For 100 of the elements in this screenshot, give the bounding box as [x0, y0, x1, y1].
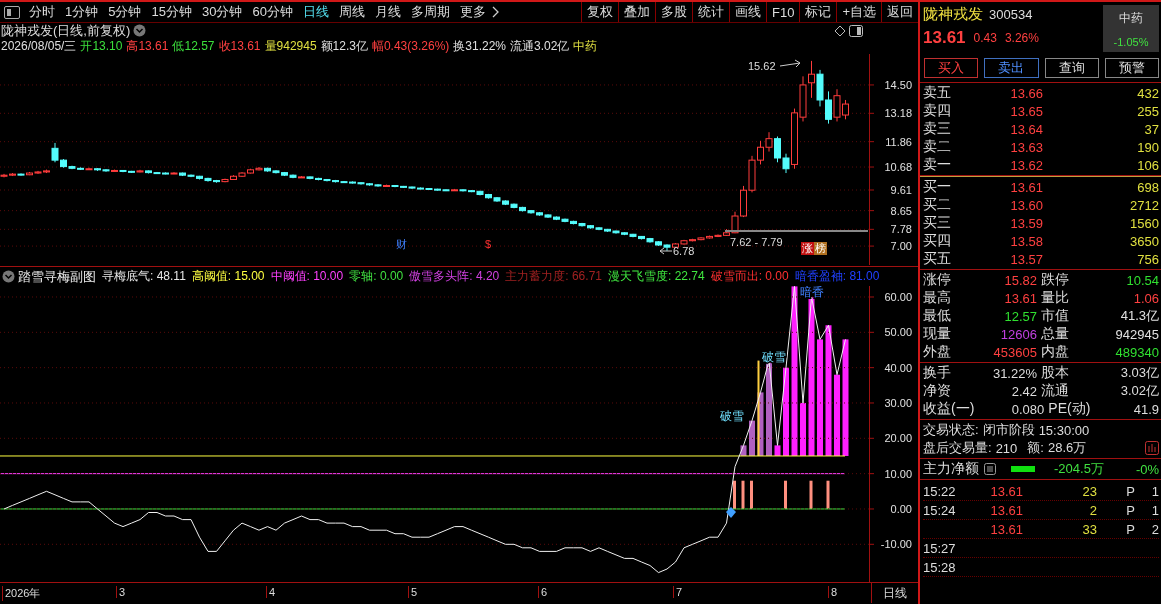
period-tab[interactable]: 1分钟: [60, 2, 104, 22]
event-marker[interactable]: 涨: [802, 242, 813, 254]
dropdown-icon[interactable]: [133, 24, 147, 37]
bar-chart-icon[interactable]: [1145, 441, 1159, 455]
ask-price: 13.63: [1009, 139, 1043, 155]
trade-count: 1: [1150, 483, 1159, 499]
diamond-icon[interactable]: [834, 24, 846, 37]
panel-toggle-icon[interactable]: [4, 5, 20, 19]
event-marker[interactable]: $: [485, 238, 492, 250]
tool-button[interactable]: 叠加: [618, 2, 655, 22]
ask-label: 卖二: [923, 138, 952, 156]
indicator-value: 中阈值: 10.00: [270, 268, 344, 285]
indicator-value: 暗香盈袖: 81.00: [794, 268, 880, 285]
sector-name: 中药: [1119, 9, 1143, 27]
signal-bar: [784, 480, 787, 509]
range-label: 7.62 - 7.79: [730, 236, 783, 248]
trade-time: 15:22: [923, 483, 957, 499]
tool-button[interactable]: 多股: [655, 2, 692, 22]
dropdown-icon[interactable]: [2, 270, 15, 283]
period-tab[interactable]: 5分钟: [103, 2, 147, 22]
histogram-bar: [800, 403, 806, 456]
period-tab[interactable]: 日线: [297, 2, 334, 22]
stat-value: 3.02亿: [1119, 382, 1159, 400]
signal-bar: [826, 480, 830, 509]
tool-button[interactable]: 统计: [692, 2, 729, 22]
stock-code: 300534: [989, 6, 1033, 22]
trade-button[interactable]: 预警: [1104, 58, 1159, 78]
trade-button[interactable]: 查询: [1044, 58, 1099, 78]
period-tab[interactable]: 30分钟: [196, 2, 248, 22]
tool-button[interactable]: 标记: [799, 2, 837, 22]
percent-change: 3.26%: [1004, 31, 1039, 45]
status-value: 闭市阶段: [982, 421, 1035, 439]
period-tab[interactable]: 周线: [333, 2, 370, 22]
trade-price: 13.61: [989, 483, 1023, 499]
time-axis-label: 5: [408, 586, 418, 598]
period-tab[interactable]: 分时: [24, 2, 60, 22]
stock-name: 陇神戎发: [923, 4, 983, 24]
indicator-axis-label: 40.00: [884, 361, 912, 374]
tool-button[interactable]: F10: [766, 2, 800, 22]
signal-bar: [750, 480, 753, 509]
indicator-axis-label: -10.00: [880, 538, 912, 551]
trade-price: 13.61: [989, 521, 1023, 537]
indicator-value: 漫天飞雪度: 22.74: [608, 268, 705, 285]
quote-info: 中药: [573, 37, 598, 55]
signal-bar: [733, 480, 736, 509]
ask-label: 卖三: [923, 120, 952, 138]
trade-time: 15:28: [923, 559, 957, 575]
histogram-bar: [740, 445, 747, 456]
stat-label: PE(动): [1048, 400, 1092, 418]
bid-volume: 698: [1136, 179, 1159, 195]
tool-button[interactable]: 复权: [581, 2, 618, 22]
ask-price: 13.66: [1009, 85, 1043, 101]
chevron-right-icon[interactable]: [491, 6, 500, 18]
indicator-value: 主力蓄力度: 66.71: [505, 268, 602, 285]
signal-bar: [809, 480, 813, 509]
period-tab[interactable]: 月线: [369, 2, 406, 22]
stat-label: 流通: [1041, 382, 1070, 400]
time-axis-label: 2026年: [2, 586, 41, 601]
price-change: 0.43: [973, 31, 997, 45]
price-axis-label: 7.78: [890, 223, 912, 236]
tick-mark: [868, 84, 875, 86]
period-tab[interactable]: 60分钟: [247, 2, 298, 22]
indicator-value: 傲雪多头阵: 4.20: [409, 268, 500, 285]
ask-price: 13.64: [1009, 121, 1043, 137]
stat-label: 量比: [1041, 289, 1070, 307]
price-axis-label: 7.00: [890, 240, 912, 253]
indicator-axis-label: 30.00: [884, 397, 912, 409]
trade-button[interactable]: 买入: [924, 58, 979, 78]
period-tab[interactable]: 15分钟: [146, 2, 197, 22]
panel-toggle-icon[interactable]: [849, 24, 863, 37]
price-axis-label: 10.68: [884, 161, 912, 173]
event-marker[interactable]: 财: [396, 238, 407, 250]
main-force-label: 主力净额: [923, 460, 979, 478]
bid-volume: 3650: [1129, 233, 1159, 249]
bid-price: 13.58: [1009, 233, 1043, 249]
stat-value: 13.61: [1003, 290, 1038, 306]
trade-type-label: P: [1125, 502, 1135, 518]
tool-button[interactable]: 返回: [881, 2, 918, 22]
bid-price: 13.61: [1009, 179, 1043, 195]
indicator-value: 零轴: 0.00: [349, 268, 404, 285]
sector-card[interactable]: 中药 -1.05%: [1103, 5, 1159, 52]
tool-button[interactable]: 画线: [729, 2, 766, 22]
price-axis-label: 14.50: [884, 78, 912, 91]
indicator-axis-label: 60.00: [884, 291, 912, 303]
signal-label: 破雪: [720, 409, 744, 423]
tool-button[interactable]: +自选: [836, 2, 881, 22]
bid-volume: 756: [1136, 251, 1159, 267]
bid-price: 13.59: [1009, 215, 1043, 231]
ask-volume: 106: [1136, 157, 1159, 173]
trade-button[interactable]: 卖出: [984, 58, 1039, 78]
quote-info: 幅0.43(3.26%): [371, 37, 450, 55]
ask-label: 卖四: [923, 102, 952, 120]
stat-label: 涨停: [923, 271, 952, 289]
event-marker[interactable]: 榜: [815, 242, 826, 254]
period-tab[interactable]: 更多: [454, 2, 491, 22]
period-tab[interactable]: 多周期: [405, 2, 455, 22]
time-axis-label: 3: [116, 586, 126, 598]
tick-mark: [868, 331, 875, 333]
histogram-bar: [774, 445, 781, 456]
list-icon[interactable]: [984, 463, 996, 475]
